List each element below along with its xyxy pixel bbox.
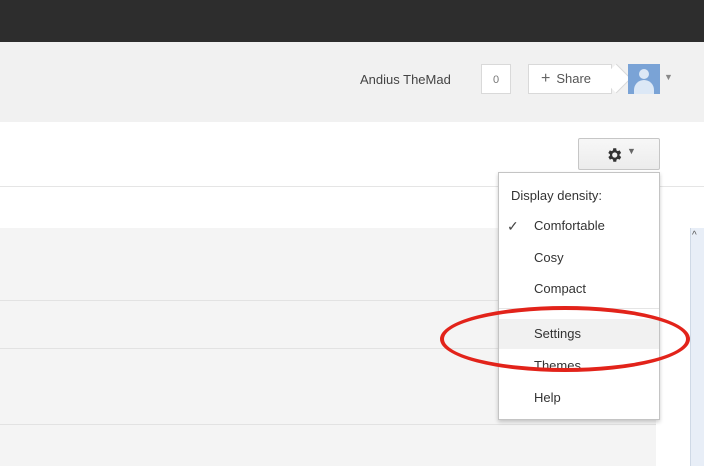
caret-down-icon: ▼ [627, 146, 636, 156]
username[interactable]: Andius TheMad [360, 72, 451, 87]
gear-icon [608, 148, 622, 162]
share-button[interactable]: + Share [528, 64, 612, 94]
menu-item-cosy[interactable]: Cosy [499, 243, 659, 273]
menu-divider [499, 308, 659, 309]
settings-dropdown-menu: Display density: ✓ Comfortable Cosy Comp… [498, 172, 660, 420]
settings-gear-button[interactable]: ▼ [578, 138, 660, 170]
caret-down-icon[interactable]: ▼ [664, 72, 673, 82]
menu-item-compact[interactable]: Compact [499, 274, 659, 304]
menu-item-settings[interactable]: Settings [499, 319, 659, 349]
menu-heading-display-density: Display density: [511, 188, 603, 203]
avatar-head [639, 69, 649, 79]
notification-count[interactable]: 0 [481, 64, 511, 94]
checkmark-icon: ✓ [507, 218, 519, 234]
avatar-body [634, 80, 654, 94]
plus-icon: + [541, 70, 551, 87]
row-divider [0, 424, 656, 425]
scrollbar[interactable] [690, 228, 704, 466]
scroll-up-icon[interactable]: ^ [692, 230, 697, 241]
top-black-bar [0, 0, 704, 42]
share-label: Share [556, 71, 592, 86]
menu-item-themes[interactable]: Themes [499, 351, 659, 381]
avatar-icon[interactable] [628, 64, 660, 94]
menu-item-comfortable[interactable]: ✓ Comfortable [499, 211, 659, 241]
menu-item-help[interactable]: Help [499, 383, 659, 413]
